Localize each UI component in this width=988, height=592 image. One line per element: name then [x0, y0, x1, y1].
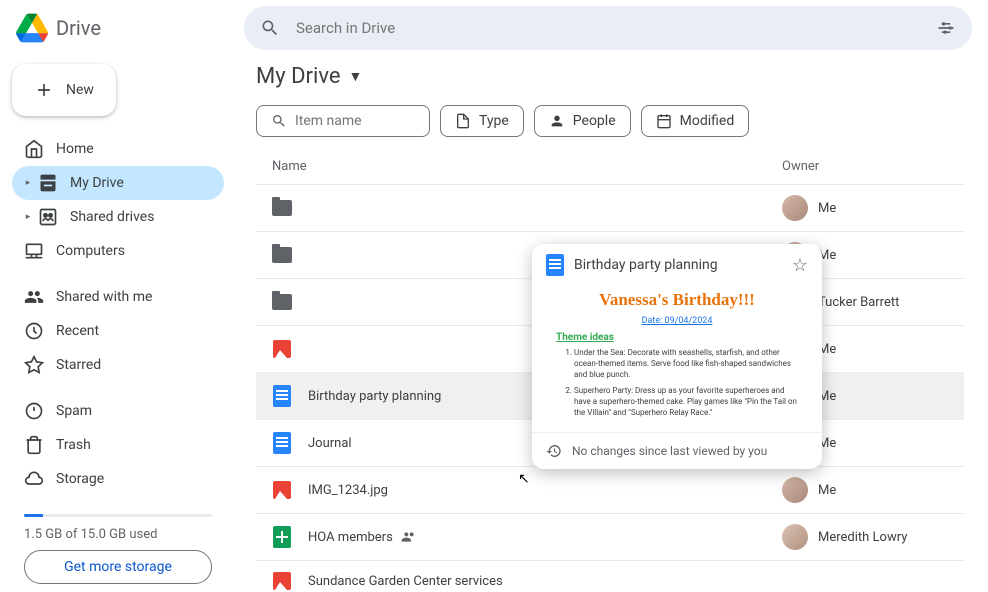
- storage-bar: [24, 514, 212, 517]
- sidebar-item-label: Storage: [56, 471, 104, 487]
- folder-shared-icon: [272, 292, 292, 312]
- trash-icon: [24, 435, 44, 455]
- breadcrumb[interactable]: My Drive ▼: [256, 64, 964, 89]
- doc-icon: [272, 386, 292, 406]
- search-bar[interactable]: [244, 6, 972, 50]
- home-icon: [24, 139, 44, 159]
- sidebar-item-computers[interactable]: Computers: [12, 234, 224, 268]
- sidebar-item-label: Starred: [56, 357, 101, 373]
- image-icon: [272, 339, 292, 359]
- file-name: IMG_1234.jpg: [308, 483, 782, 498]
- sidebar-item-label: Computers: [56, 243, 125, 259]
- sidebar-item-shared-with-me[interactable]: Shared with me: [12, 280, 224, 314]
- column-name[interactable]: Name: [272, 159, 782, 174]
- image-icon: [272, 480, 292, 500]
- filter-modified[interactable]: Modified: [641, 105, 750, 137]
- file-hovercard: Birthday party planning ☆ Vanessa's Birt…: [532, 244, 822, 469]
- history-icon: [546, 443, 562, 459]
- storage-icon: [24, 469, 44, 489]
- sidebar-item-label: Shared drives: [70, 209, 154, 225]
- sidebar-item-label: Recent: [56, 323, 99, 339]
- sidebar-item-my-drive[interactable]: ▸ My Drive: [12, 166, 224, 200]
- doc-icon: [546, 254, 564, 276]
- sidebar-item-starred[interactable]: Starred: [12, 348, 224, 382]
- shared-with-me-icon: [24, 287, 44, 307]
- filter-people[interactable]: People: [534, 105, 631, 137]
- person-icon: [549, 113, 565, 129]
- sidebar-item-trash[interactable]: Trash: [12, 428, 224, 462]
- chevron-right-icon: ▸: [24, 207, 32, 227]
- computers-icon: [24, 241, 44, 261]
- folder-shared-icon: [272, 198, 292, 218]
- hovercard-status: No changes since last viewed by you: [572, 444, 767, 458]
- column-owner[interactable]: Owner: [782, 159, 952, 174]
- hovercard-preview: Vanessa's Birthday!!! Date: 09/04/2024 T…: [532, 286, 822, 432]
- shared-icon: [401, 529, 417, 545]
- file-owner: Me: [782, 477, 952, 503]
- search-options-icon[interactable]: [936, 18, 956, 38]
- filter-type[interactable]: Type: [440, 105, 524, 137]
- drive-icon: [38, 173, 58, 193]
- file-owner: Me: [782, 195, 952, 221]
- image-icon: [272, 571, 292, 591]
- table-row[interactable]: Me: [256, 185, 964, 232]
- starred-icon: [24, 355, 44, 375]
- chevron-down-icon: ▼: [349, 68, 363, 85]
- logo-area[interactable]: Drive: [16, 12, 236, 44]
- cursor-icon: ↖: [518, 471, 530, 487]
- new-button[interactable]: New: [12, 64, 116, 116]
- sidebar-item-label: Shared with me: [56, 289, 152, 305]
- sidebar-item-recent[interactable]: Recent: [12, 314, 224, 348]
- star-icon[interactable]: ☆: [792, 255, 808, 276]
- sidebar-item-label: Home: [56, 141, 94, 157]
- file-name: Sundance Garden Center services: [308, 574, 782, 589]
- avatar: [782, 195, 808, 221]
- sidebar: New Home ▸ My Drive ▸ Shared drives Computers…: [0, 56, 240, 592]
- shared-drives-icon: [38, 207, 58, 227]
- sidebar-item-storage[interactable]: Storage: [12, 462, 224, 496]
- hovercard-title: Birthday party planning: [574, 257, 782, 273]
- file-owner: Meredith Lowry: [782, 524, 952, 550]
- filter-name-input[interactable]: [295, 113, 415, 129]
- sidebar-item-label: Spam: [56, 403, 92, 419]
- recent-icon: [24, 321, 44, 341]
- get-storage-button[interactable]: Get more storage: [24, 550, 212, 584]
- table-row[interactable]: Sundance Garden Center services: [256, 561, 964, 592]
- search-input[interactable]: [296, 19, 920, 37]
- table-header: Name Owner: [256, 149, 964, 185]
- logo-text: Drive: [56, 16, 101, 40]
- search-icon: [260, 18, 280, 38]
- table-row[interactable]: IMG_1234.jpgMe: [256, 467, 964, 514]
- storage-text: 1.5 GB of 15.0 GB used: [24, 527, 212, 542]
- calendar-icon: [656, 113, 672, 129]
- sidebar-item-label: My Drive: [70, 175, 124, 191]
- avatar: [782, 477, 808, 503]
- file-name: HOA members: [308, 529, 782, 545]
- folder-icon: [272, 245, 292, 265]
- table-row[interactable]: HOA members Meredith Lowry: [256, 514, 964, 561]
- drive-logo-icon: [16, 12, 48, 44]
- file-icon: [455, 113, 471, 129]
- filter-item-name[interactable]: [256, 105, 430, 137]
- chevron-right-icon: ▸: [24, 173, 32, 193]
- search-icon: [271, 113, 287, 129]
- sidebar-item-home[interactable]: Home: [12, 132, 224, 166]
- sidebar-item-shared-drives[interactable]: ▸ Shared drives: [12, 200, 224, 234]
- sidebar-item-label: Trash: [56, 437, 91, 453]
- plus-icon: [34, 80, 54, 100]
- doc-icon: [272, 433, 292, 453]
- avatar: [782, 524, 808, 550]
- sheet-icon: [272, 527, 292, 547]
- spam-icon: [24, 401, 44, 421]
- content-area: My Drive ▼ Type People Modified Name: [240, 56, 988, 592]
- sidebar-item-spam[interactable]: Spam: [12, 394, 224, 428]
